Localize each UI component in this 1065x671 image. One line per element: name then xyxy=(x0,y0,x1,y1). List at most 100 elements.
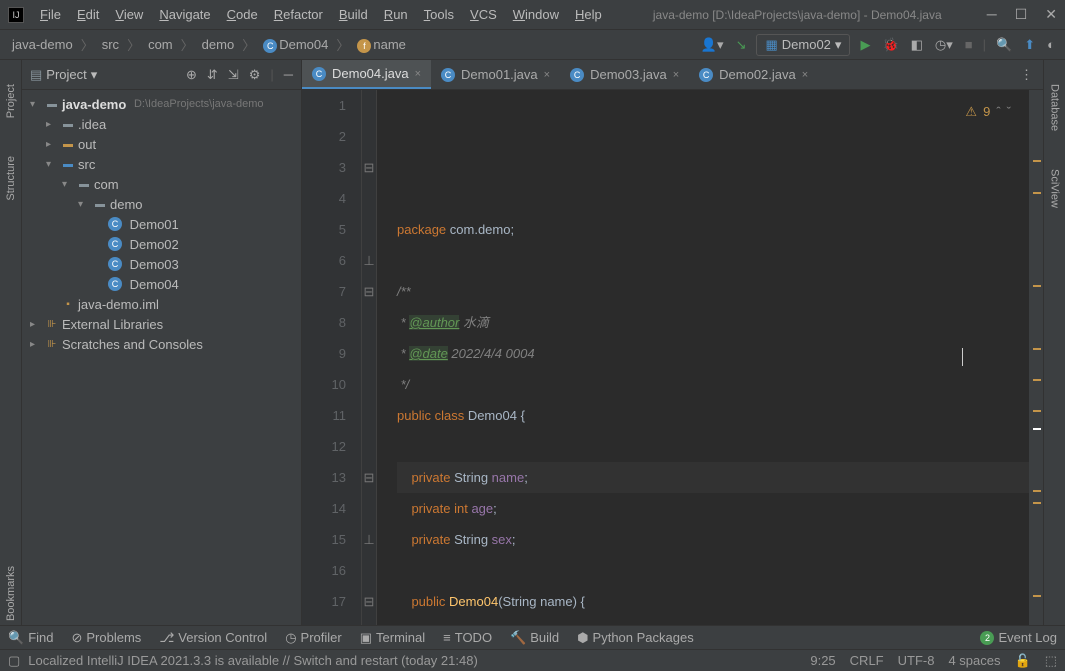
bottom-tool-terminal[interactable]: ▣Terminal xyxy=(360,630,425,646)
tree-node[interactable]: ▸▬.idea xyxy=(22,114,301,134)
file-encoding[interactable]: UTF-8 xyxy=(898,653,935,669)
close-tab-icon[interactable]: × xyxy=(415,68,421,80)
locate-icon[interactable]: ⊕ xyxy=(186,67,197,83)
add-user-icon[interactable]: 👤▾ xyxy=(699,35,726,55)
menu-refactor[interactable]: Refactor xyxy=(268,5,329,24)
tree-node[interactable]: C Demo03 xyxy=(22,254,301,274)
tree-node[interactable]: ▾▬com xyxy=(22,174,301,194)
debug-button[interactable]: 🐞 xyxy=(880,35,900,55)
indent-settings[interactable]: 4 spaces xyxy=(948,653,1000,669)
line-separator[interactable]: CRLF xyxy=(850,653,884,669)
tabs-more-icon[interactable]: ⋮ xyxy=(1010,67,1043,83)
editor: CDemo04.java×CDemo01.java×CDemo03.java×C… xyxy=(302,60,1043,625)
bottom-tool-todo[interactable]: ≡TODO xyxy=(443,630,492,645)
build-hammer-icon[interactable]: ↘ xyxy=(734,35,749,55)
editor-tab[interactable]: CDemo01.java× xyxy=(431,60,560,89)
caret-position[interactable]: 9:25 xyxy=(810,653,835,669)
ide-settings-icon[interactable]: ◐ xyxy=(1045,35,1057,54)
run-config-dropdown[interactable]: ▦ Demo02 ▾ xyxy=(756,34,850,56)
left-tab-bookmarks[interactable]: Bookmarks xyxy=(3,562,19,625)
event-log-button[interactable]: 2Event Log xyxy=(980,630,1057,645)
bottom-tool-version-control[interactable]: ⎇Version Control xyxy=(159,630,267,646)
error-stripe[interactable] xyxy=(1029,90,1043,625)
breadcrumb-item[interactable]: com xyxy=(144,35,177,54)
readonly-lock-icon[interactable]: 🔓 xyxy=(1015,653,1031,669)
bottom-tool-profiler[interactable]: ◷Profiler xyxy=(285,630,342,646)
code-area[interactable]: ⚠ 9 ˆ ˇ package com.demo; /** * @author … xyxy=(377,90,1029,625)
run-button[interactable]: ▶ xyxy=(858,35,872,55)
menu-window[interactable]: Window xyxy=(507,5,565,24)
breadcrumb-item[interactable]: fname xyxy=(353,35,410,55)
tree-node[interactable]: C Demo04 xyxy=(22,274,301,294)
tree-scratches[interactable]: ▸⊪Scratches and Consoles xyxy=(22,334,301,354)
chevron-up-icon[interactable]: ˆ xyxy=(996,96,1000,127)
fold-gutter[interactable]: ⊟⊥⊟⊟⊥⊟ xyxy=(362,90,377,625)
close-tab-icon[interactable]: × xyxy=(802,69,808,81)
line-number-gutter[interactable]: 123456789101112131415161720 xyxy=(302,90,362,625)
menu-view[interactable]: View xyxy=(109,5,149,24)
status-message[interactable]: Localized IntelliJ IDEA 2021.3.3 is avai… xyxy=(28,653,477,668)
tree-external-libraries[interactable]: ▸⊪External Libraries xyxy=(22,314,301,334)
bottom-tool-problems[interactable]: ⊘Problems xyxy=(71,630,141,646)
menu-build[interactable]: Build xyxy=(333,5,374,24)
menu-help[interactable]: Help xyxy=(569,5,608,24)
gear-icon[interactable]: ⚙ xyxy=(249,67,261,83)
menu-file[interactable]: File xyxy=(34,5,67,24)
search-everywhere-icon[interactable]: 🔍 xyxy=(994,35,1014,55)
menu-vcs[interactable]: VCS xyxy=(464,5,503,24)
menu-navigate[interactable]: Navigate xyxy=(153,5,216,24)
left-tab-project[interactable]: Project xyxy=(3,80,19,122)
breadcrumb-item[interactable]: src xyxy=(98,35,123,54)
bottom-tool-find[interactable]: 🔍Find xyxy=(8,630,53,646)
titlebar: IJ FileEditViewNavigateCodeRefactorBuild… xyxy=(0,0,1065,30)
project-tool-window: ▤ Project ▾ ⊕ ⇵ ⇲ ⚙ | ─ ▾▬java-demo D:\I… xyxy=(22,60,302,625)
tool-window-toggle-icon[interactable]: ▢ xyxy=(8,653,20,669)
memory-indicator-icon[interactable]: ⬚ xyxy=(1045,653,1057,669)
tree-node[interactable]: ▪java-demo.iml xyxy=(22,294,301,314)
maximize-button[interactable]: ☐ xyxy=(1015,6,1028,23)
menubar: FileEditViewNavigate CodeRefactorBuildRun… xyxy=(34,5,608,24)
minimize-button[interactable]: ─ xyxy=(987,6,997,23)
collapse-all-icon[interactable]: ⇲ xyxy=(228,67,239,83)
project-view-icon: ▤ xyxy=(30,67,42,83)
chevron-down-icon[interactable]: ▾ xyxy=(91,67,98,83)
left-tab-structure[interactable]: Structure xyxy=(3,152,19,205)
breadcrumb-item[interactable]: CDemo04 xyxy=(259,35,332,55)
profiler-button[interactable]: ◷▾ xyxy=(933,35,955,55)
editor-tabs: CDemo04.java×CDemo01.java×CDemo03.java×C… xyxy=(302,60,1043,90)
right-tab-sciview[interactable]: SciView xyxy=(1047,165,1063,212)
menu-tools[interactable]: Tools xyxy=(418,5,460,24)
breadcrumb-separator: 〉 xyxy=(127,35,140,54)
menu-run[interactable]: Run xyxy=(378,5,414,24)
editor-tab[interactable]: CDemo03.java× xyxy=(560,60,689,89)
close-button[interactable]: ✕ xyxy=(1045,6,1057,23)
menu-code[interactable]: Code xyxy=(221,5,264,24)
breadcrumb-item[interactable]: java-demo xyxy=(8,35,77,54)
project-tree[interactable]: ▾▬java-demo D:\IdeaProjects\java-demo▸▬.… xyxy=(22,90,301,625)
editor-tab[interactable]: CDemo04.java× xyxy=(302,60,431,89)
tree-node[interactable]: ▸▬out xyxy=(22,134,301,154)
bottom-tool-build[interactable]: 🔨Build xyxy=(510,630,559,646)
close-tab-icon[interactable]: × xyxy=(673,69,679,81)
update-icon[interactable]: ⬆ xyxy=(1022,35,1037,55)
close-tab-icon[interactable]: × xyxy=(544,69,550,81)
tree-node[interactable]: ▾▬demo xyxy=(22,194,301,214)
tree-root[interactable]: ▾▬java-demo D:\IdeaProjects\java-demo xyxy=(22,94,301,114)
tree-node[interactable]: C Demo01 xyxy=(22,214,301,234)
tree-node[interactable]: C Demo02 xyxy=(22,234,301,254)
stop-button[interactable]: ■ xyxy=(963,35,975,54)
menu-edit[interactable]: Edit xyxy=(71,5,105,24)
inspections-widget[interactable]: ⚠ 9 ˆ ˇ xyxy=(965,96,1011,127)
hide-panel-icon[interactable]: ─ xyxy=(284,67,293,83)
chevron-down-icon[interactable]: ˇ xyxy=(1007,96,1011,127)
left-tool-strip: Project Structure Bookmarks xyxy=(0,60,22,625)
tree-node[interactable]: ▾▬src xyxy=(22,154,301,174)
navigation-bar: java-demo〉src〉com〉demo〉CDemo04〉fname 👤▾ … xyxy=(0,30,1065,60)
right-tab-database[interactable]: Database xyxy=(1047,80,1063,135)
breadcrumb-item[interactable]: demo xyxy=(198,35,239,54)
expand-all-icon[interactable]: ⇵ xyxy=(207,67,218,83)
bottom-tool-python-packages[interactable]: ⬢Python Packages xyxy=(577,630,694,646)
coverage-button[interactable]: ◧ xyxy=(909,35,925,55)
editor-tab[interactable]: CDemo02.java× xyxy=(689,60,818,89)
window-title: java-demo [D:\IdeaProjects\java-demo] - … xyxy=(608,8,987,22)
